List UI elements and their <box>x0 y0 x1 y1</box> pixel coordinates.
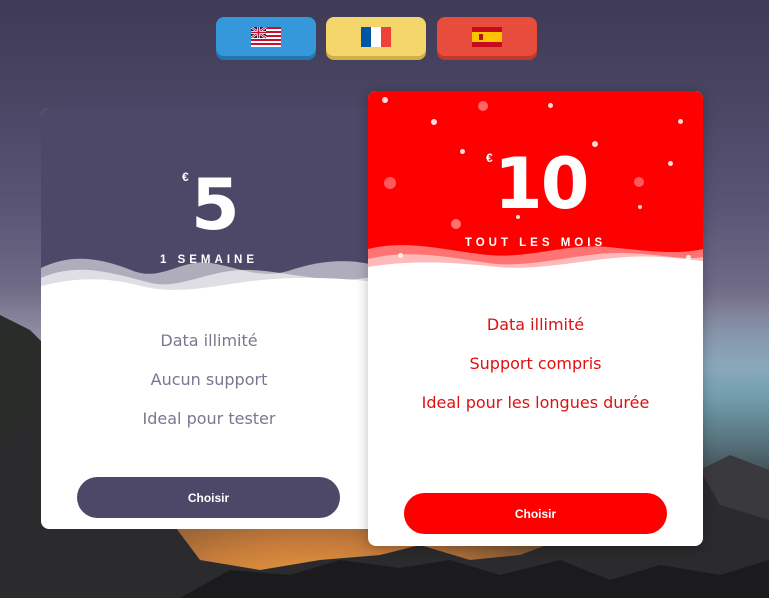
snow-dot <box>382 97 388 103</box>
spain-flag-icon <box>472 26 502 47</box>
snow-dot <box>478 101 488 111</box>
snow-dot <box>638 205 642 209</box>
snow-dot <box>431 119 437 125</box>
uk-us-flag-icon <box>251 26 281 47</box>
currency-symbol: € <box>182 170 189 184</box>
price-amount: 5 <box>191 164 240 246</box>
language-french-button[interactable] <box>326 17 426 56</box>
feature-item: Ideal pour les longues durée <box>421 393 650 412</box>
header-wave <box>41 258 377 308</box>
feature-item: Aucun support <box>150 370 268 389</box>
header-wave <box>368 245 703 281</box>
price-amount: 10 <box>494 143 589 225</box>
snow-dot <box>668 161 673 166</box>
feature-item: Data illimité <box>486 315 585 334</box>
snow-dot <box>460 149 465 154</box>
snow-dot <box>548 103 553 108</box>
feature-item: Ideal pour tester <box>142 409 276 428</box>
snow-dot <box>678 119 683 124</box>
language-spanish-button[interactable] <box>437 17 537 56</box>
feature-item: Data illimité <box>160 331 258 350</box>
pricing-card-header: € 5 1 SEMAINE <box>41 108 377 308</box>
snow-dot <box>592 141 598 147</box>
france-flag-icon <box>361 26 391 47</box>
pricing-card-monthly: € 10 TOUT LES MOIS Data illimité Support… <box>368 91 703 546</box>
snow-dot <box>634 177 644 187</box>
snow-dot <box>384 177 396 189</box>
choose-weekly-button[interactable]: Choisir <box>77 477 340 518</box>
feature-item: Support compris <box>469 354 602 373</box>
choose-monthly-button[interactable]: Choisir <box>404 493 667 534</box>
currency-symbol: € <box>486 151 493 165</box>
snow-dot <box>451 219 461 229</box>
language-english-button[interactable] <box>216 17 316 56</box>
pricing-card-weekly: € 5 1 SEMAINE Data illimité Aucun suppor… <box>41 108 377 529</box>
pricing-card-header: € 10 TOUT LES MOIS <box>368 91 703 281</box>
